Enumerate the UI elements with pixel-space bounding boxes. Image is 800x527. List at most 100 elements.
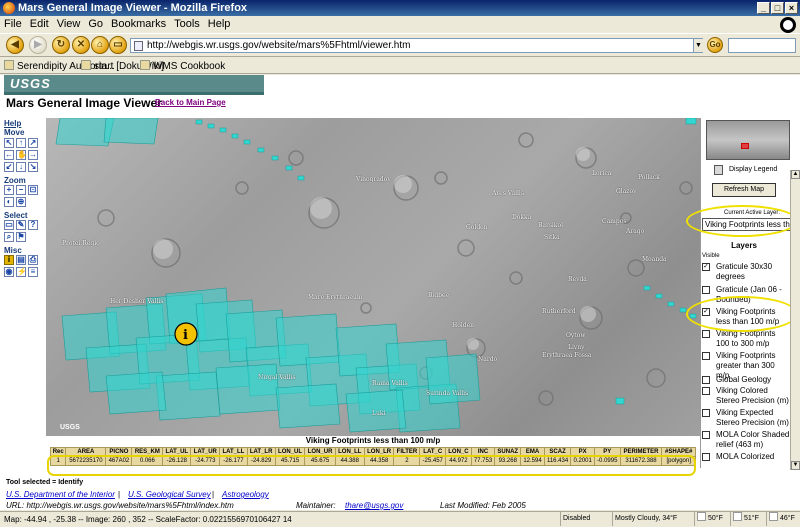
place-label: Glazov xyxy=(616,188,637,195)
select-label: Select xyxy=(4,211,28,220)
forward-icon[interactable]: ▶ xyxy=(29,36,47,54)
pan-north-icon[interactable]: ↑ xyxy=(16,138,26,148)
url-dropdown-icon[interactable]: ▼ xyxy=(693,39,703,52)
firefox-icon xyxy=(3,2,15,14)
layer-visible-checkbox[interactable] xyxy=(702,330,710,338)
close-button[interactable]: × xyxy=(785,2,798,14)
svg-text:i: i xyxy=(183,328,188,343)
menu-edit[interactable]: Edit xyxy=(26,16,53,32)
place-label: Livny xyxy=(568,344,585,351)
select-query-icon[interactable]: ? xyxy=(28,220,38,230)
layer-visible-checkbox[interactable]: ✓ xyxy=(702,263,710,271)
layer-scrollbar[interactable]: ▲ ▼ xyxy=(790,170,800,470)
menu-help[interactable]: Help xyxy=(204,16,235,32)
identify-icon[interactable]: i xyxy=(4,255,14,265)
place-label: Surinda Vallis xyxy=(426,390,469,397)
layer-list-icon[interactable]: ≡ xyxy=(28,267,38,277)
layer-label: Viking Expected Stereo Precision (m) xyxy=(716,408,789,427)
layer-visible-checkbox[interactable] xyxy=(702,286,710,294)
select-rect-icon[interactable]: ▭ xyxy=(4,220,14,230)
search-input[interactable] xyxy=(728,38,796,53)
zoom-out-icon[interactable]: − xyxy=(16,185,26,195)
doi-link[interactable]: U.S. Department of the Interior xyxy=(6,490,115,499)
home-icon[interactable]: ⌂ xyxy=(91,36,109,54)
astrogeology-link[interactable]: Astrogeology xyxy=(222,490,269,499)
maximize-button[interactable]: □ xyxy=(771,2,784,14)
layer-item: MOLA Color Shaded relief (463 m) xyxy=(702,430,790,450)
zoom-last-icon[interactable]: ◐ xyxy=(4,197,14,207)
stop-icon[interactable]: ✕ xyxy=(72,36,90,54)
overview-extent-box[interactable] xyxy=(741,143,749,149)
place-label: Nardo xyxy=(478,356,498,363)
bookmark-label: WMS Cookbook xyxy=(153,61,226,72)
menu-go[interactable]: Go xyxy=(84,16,107,32)
weather-icon xyxy=(769,512,778,521)
pan-hand-icon[interactable]: ✋ xyxy=(16,150,27,160)
identify-cursor-icon: i xyxy=(174,322,198,346)
pan-south-icon[interactable]: ↓ xyxy=(16,162,26,172)
pan-west-icon[interactable]: ← xyxy=(4,150,14,160)
bookmark-icon xyxy=(81,60,91,70)
print-map-icon[interactable]: ⎙ xyxy=(28,255,38,265)
minimize-button[interactable]: _ xyxy=(757,2,770,14)
place-label: Bigbee xyxy=(428,292,450,299)
select-line-icon[interactable]: ✎ xyxy=(16,220,26,230)
go-button[interactable]: Go xyxy=(707,37,723,53)
refresh-map-button[interactable]: Refresh Map xyxy=(712,183,776,197)
place-label: Ares Vallis xyxy=(492,190,524,197)
reload-icon[interactable]: ↻ xyxy=(52,36,70,54)
layer-visible-checkbox[interactable] xyxy=(702,387,710,395)
map-view[interactable]: i Vinogradov Ares Vallis Lorica Pollack … xyxy=(46,118,700,436)
menu-tools[interactable]: Tools xyxy=(170,16,204,32)
overview-icon[interactable]: ◉ xyxy=(4,267,14,277)
back-to-main-link[interactable]: Back to Main Page xyxy=(155,98,226,107)
legend-icon[interactable] xyxy=(714,165,723,175)
layer-label: Viking Colored Stereo Precision (m) xyxy=(716,386,789,405)
place-label: Rutherford xyxy=(542,308,576,315)
zoom-active-icon[interactable]: ⊕ xyxy=(16,197,26,207)
layer-visible-checkbox[interactable] xyxy=(702,376,710,384)
menu-view[interactable]: View xyxy=(53,16,85,32)
layer-label: Viking Footprints 100 to 300 m/p xyxy=(716,329,776,348)
pan-southwest-icon[interactable]: ↙ xyxy=(4,162,14,172)
usgs-link[interactable]: U.S. Geological Survey xyxy=(128,490,211,499)
bookmark-wms-cookbook[interactable]: WMS Cookbook xyxy=(140,60,225,72)
scroll-up-icon[interactable]: ▲ xyxy=(791,170,800,179)
layer-visible-checkbox[interactable] xyxy=(702,352,710,360)
menu-file[interactable]: File xyxy=(0,16,26,32)
layer-visible-checkbox[interactable] xyxy=(702,431,710,439)
measure-icon[interactable]: ▤ xyxy=(16,255,26,265)
select-find-icon[interactable]: ⌕ xyxy=(4,232,14,242)
status-coords: Map: -44.94 , -25.38 -- Image: 260 , 352… xyxy=(4,515,292,524)
zoom-in-icon[interactable]: + xyxy=(4,185,14,195)
pan-northeast-icon[interactable]: ↗ xyxy=(28,138,38,148)
logo-divider xyxy=(4,92,264,95)
move-label: Move xyxy=(4,128,25,137)
help-link[interactable]: Help xyxy=(4,119,21,128)
hyperlink-icon[interactable]: ⚡ xyxy=(16,267,27,277)
status-temp-2: 51°F xyxy=(730,512,765,526)
zoom-full-icon[interactable]: ⊡ xyxy=(28,185,38,195)
pan-southeast-icon[interactable]: ↘ xyxy=(28,162,38,172)
last-modified: Last Modified: Feb 2005 xyxy=(440,501,526,510)
weather-text: Mostly Cloudy, 34°F xyxy=(615,515,678,522)
maintainer-email-link[interactable]: thare@usgs.gov xyxy=(345,501,403,510)
pan-northwest-icon[interactable]: ↖ xyxy=(4,138,14,148)
display-legend-link[interactable]: Display Legend xyxy=(729,166,777,173)
select-clear-icon[interactable]: ⚑ xyxy=(16,232,26,242)
url-text: http://webgis.wr.usgs.gov/website/mars%5… xyxy=(147,40,411,51)
menu-bookmarks[interactable]: Bookmarks xyxy=(107,16,170,32)
url-bar[interactable]: http://webgis.wr.usgs.gov/website/mars%5… xyxy=(130,38,703,53)
place-label: Arago xyxy=(626,228,645,235)
status-disabled: Disabled xyxy=(560,512,610,526)
pan-east-icon[interactable]: → xyxy=(28,150,38,160)
usgs-logo: USGS xyxy=(4,75,264,92)
layer-visible-checkbox[interactable] xyxy=(702,453,710,461)
layer-item: Viking Footprints 100 to 300 m/p xyxy=(702,329,790,349)
weather-icon xyxy=(733,512,742,521)
layer-visible-checkbox[interactable] xyxy=(702,409,710,417)
scroll-down-icon[interactable]: ▼ xyxy=(791,461,800,470)
back-icon[interactable]: ◀ xyxy=(6,36,24,54)
overview-map[interactable] xyxy=(706,120,790,160)
print-icon[interactable]: ▭ xyxy=(109,36,127,54)
